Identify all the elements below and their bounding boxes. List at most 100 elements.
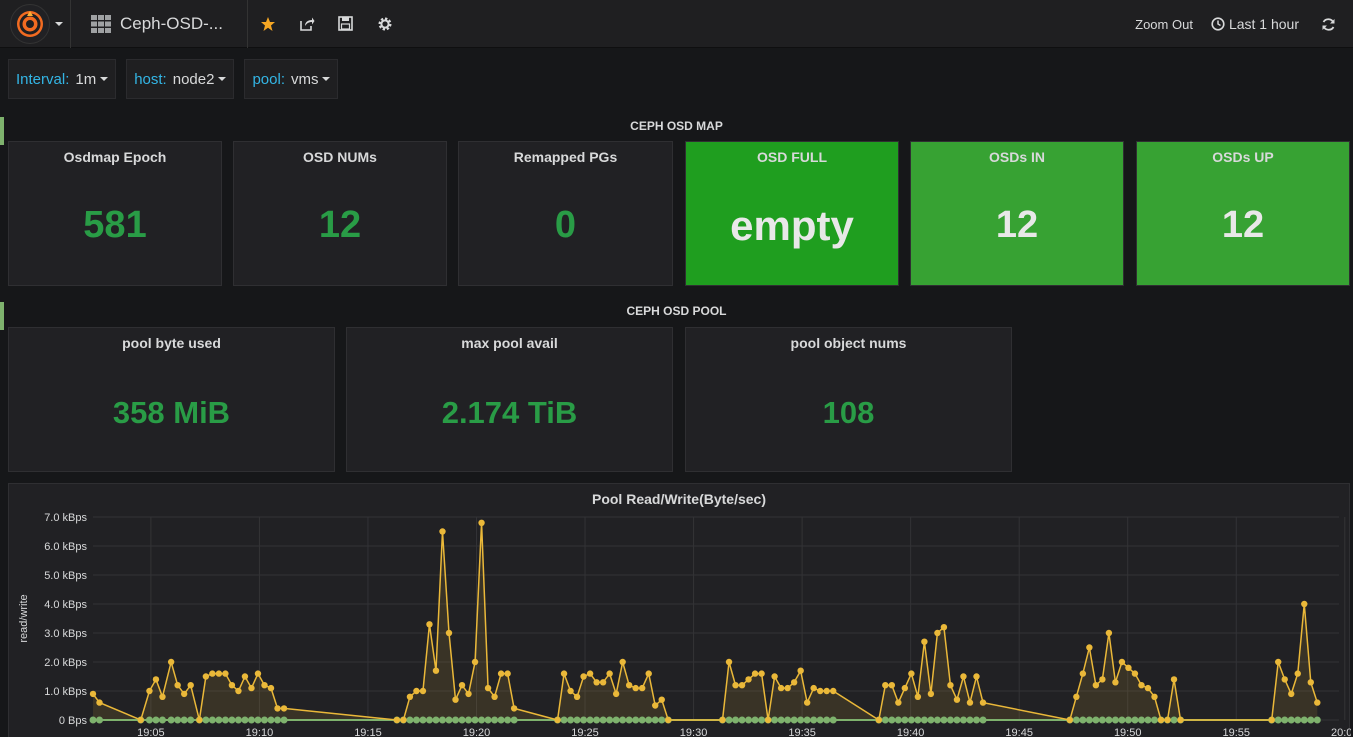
panel-title[interactable]: pool byte used — [9, 335, 334, 351]
series-baseline-point — [914, 716, 922, 724]
series-read-write-point — [1105, 629, 1113, 637]
series-baseline-point — [586, 716, 594, 724]
x-tick-label: 19:10 — [246, 727, 274, 737]
series-read-write-point — [619, 658, 626, 666]
stat-value: 2.174 TiB — [441, 395, 578, 430]
y-tick-label: 7.0 kBps — [44, 512, 87, 524]
panel-title[interactable]: OSDs IN — [911, 149, 1123, 165]
series-baseline-point — [406, 716, 414, 724]
series-baseline-point — [920, 716, 928, 724]
series-baseline-point — [208, 716, 216, 724]
template-variables: Interval: 1m host: node2 pool: vms — [8, 59, 348, 99]
series-read-write-point — [426, 621, 433, 628]
star-icon — [260, 16, 275, 31]
stat-value: 0 — [554, 204, 577, 246]
settings-button[interactable] — [365, 0, 404, 48]
series-baseline-point — [901, 716, 909, 724]
series-read-write-point — [882, 682, 889, 689]
series-baseline-point — [1072, 716, 1080, 724]
series-baseline-point — [241, 716, 249, 724]
row-title-osd-map[interactable]: CEPH OSD MAP — [0, 119, 1353, 133]
series-baseline-point — [274, 716, 282, 724]
dashboard-picker[interactable]: Ceph-OSD-... — [70, 0, 248, 48]
series-baseline-point — [573, 716, 581, 724]
series-read-write-point — [606, 670, 613, 677]
series-read-write-point — [645, 670, 652, 677]
series-baseline-point — [790, 716, 798, 724]
series-read-write-point — [751, 670, 759, 677]
star-button[interactable] — [248, 0, 287, 48]
series-read-write-point — [1314, 699, 1321, 706]
row-title-osd-pool[interactable]: CEPH OSD POOL — [0, 304, 1353, 318]
series-read-write-point — [953, 696, 961, 703]
series-baseline-point — [606, 716, 614, 724]
panel-title[interactable]: OSDs UP — [1137, 149, 1349, 165]
series-read-write-point — [745, 676, 752, 683]
series-baseline-point — [638, 716, 646, 724]
time-picker-button[interactable]: Last 1 hour — [1211, 16, 1299, 32]
series-read-write-point — [510, 705, 518, 712]
series-read-write-point — [1294, 670, 1301, 677]
series-read-write-point — [1144, 684, 1152, 692]
panel-title[interactable]: Remapped PGs — [459, 149, 672, 165]
share-button[interactable] — [287, 0, 326, 48]
chevron-down-icon — [322, 77, 331, 81]
variable-pool-dropdown[interactable]: vms — [291, 71, 319, 88]
panel-title[interactable]: max pool avail — [347, 335, 672, 351]
series-read-write-point — [89, 690, 97, 698]
series-baseline-point — [658, 716, 666, 724]
series-baseline-point — [651, 716, 659, 724]
series-baseline-point — [927, 716, 935, 724]
series-read-write-point — [180, 690, 188, 698]
series-read-write-point — [810, 684, 817, 692]
panel-title[interactable]: OSD NUMs — [234, 149, 446, 165]
series-baseline-point — [221, 716, 229, 724]
zoom-out-button[interactable]: Zoom Out — [1135, 17, 1193, 32]
series-read-write-point — [652, 702, 659, 709]
series-read-write-point — [174, 682, 181, 689]
series-baseline-point — [1274, 716, 1282, 724]
series-read-write-point — [1131, 670, 1139, 677]
series-baseline-point — [267, 716, 275, 724]
panel-title[interactable]: Osdmap Epoch — [9, 149, 221, 165]
save-button[interactable] — [326, 0, 365, 48]
series-read-write-point — [658, 696, 665, 703]
panel-title[interactable]: OSD FULL — [686, 149, 898, 165]
series-baseline-point — [452, 716, 460, 724]
series-read-write-point — [1099, 676, 1106, 683]
variable-host-dropdown[interactable]: node2 — [173, 71, 215, 88]
series-read-write-point — [96, 699, 103, 706]
series-read-write-point — [152, 676, 160, 683]
series-read-write-point — [966, 699, 974, 706]
series-baseline-point — [491, 716, 499, 724]
grafana-menu-button[interactable] — [0, 0, 70, 48]
series-read-write-point — [934, 629, 941, 637]
panel-title[interactable]: pool object nums — [686, 335, 1011, 351]
series-baseline-point — [510, 716, 518, 724]
series-read-write-point — [901, 684, 909, 692]
y-tick-label: 5.0 kBps — [44, 570, 87, 582]
variable-interval-dropdown[interactable]: 1m — [75, 71, 96, 88]
series-read-write-point — [560, 670, 568, 677]
panel-pool-read-write-graph: Pool Read/Write(Byte/sec) 0 Bps 1.0 kBps 2… — [8, 483, 1351, 737]
refresh-button[interactable] — [1317, 17, 1339, 32]
series-read-write-point — [940, 624, 948, 631]
series-baseline-point — [823, 716, 831, 724]
series-read-write-point — [445, 629, 453, 637]
series-read-write-point — [413, 687, 420, 695]
series-baseline-point — [777, 716, 785, 724]
x-tick-label: 19:20 — [463, 727, 491, 737]
series-read-write-point — [222, 670, 229, 677]
series-read-write-point — [586, 670, 594, 677]
series-baseline-point — [1131, 716, 1139, 724]
series-read-write-point — [784, 684, 791, 692]
series-read-write-point — [927, 690, 935, 698]
pool-read-write-chart[interactable]: 0 Bps 1.0 kBps 2.0 kBps 3.0 kBps 4.0 kBps 5.0… — [9, 484, 1351, 737]
series-read-write-point — [1281, 676, 1288, 683]
series-baseline-point — [465, 716, 473, 724]
top-navbar: Ceph-OSD-... Zoom Out Last 1 hour — [0, 0, 1353, 48]
series-read-write-point — [567, 687, 574, 695]
series-read-write-point — [875, 716, 883, 724]
chevron-down-icon — [55, 21, 63, 26]
series-baseline-point — [228, 716, 236, 724]
